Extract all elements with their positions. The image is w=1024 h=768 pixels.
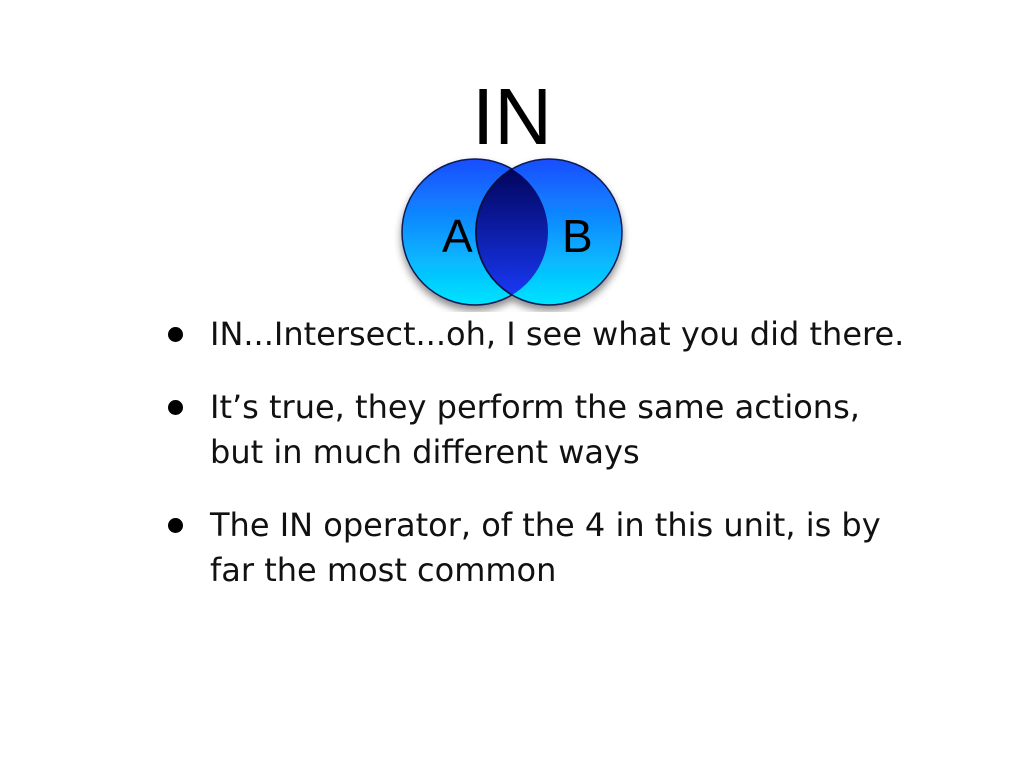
bullet-text: The IN operator, of the 4 in this unit, … <box>210 506 881 589</box>
bullet-dot-icon <box>168 327 183 342</box>
venn-label-a: A <box>442 210 473 262</box>
bullet-dot-icon <box>168 518 183 533</box>
bullet-item: IN...Intersect...oh, I see what you did … <box>168 312 908 357</box>
bullet-text: IN...Intersect...oh, I see what you did … <box>210 315 905 353</box>
venn-label-b: B <box>562 210 593 262</box>
slide-title: IN <box>472 72 552 161</box>
bullet-item: The IN operator, of the 4 in this unit, … <box>168 503 908 593</box>
bullet-dot-icon <box>168 400 183 415</box>
slide: IN A B IN...Intersect...oh, I see what y… <box>0 0 1024 768</box>
venn-diagram: A B <box>401 158 623 306</box>
bullet-text: It’s true, they perform the same actions… <box>210 388 860 471</box>
bullet-list: IN...Intersect...oh, I see what you did … <box>168 312 908 621</box>
bullet-item: It’s true, they perform the same actions… <box>168 385 908 475</box>
